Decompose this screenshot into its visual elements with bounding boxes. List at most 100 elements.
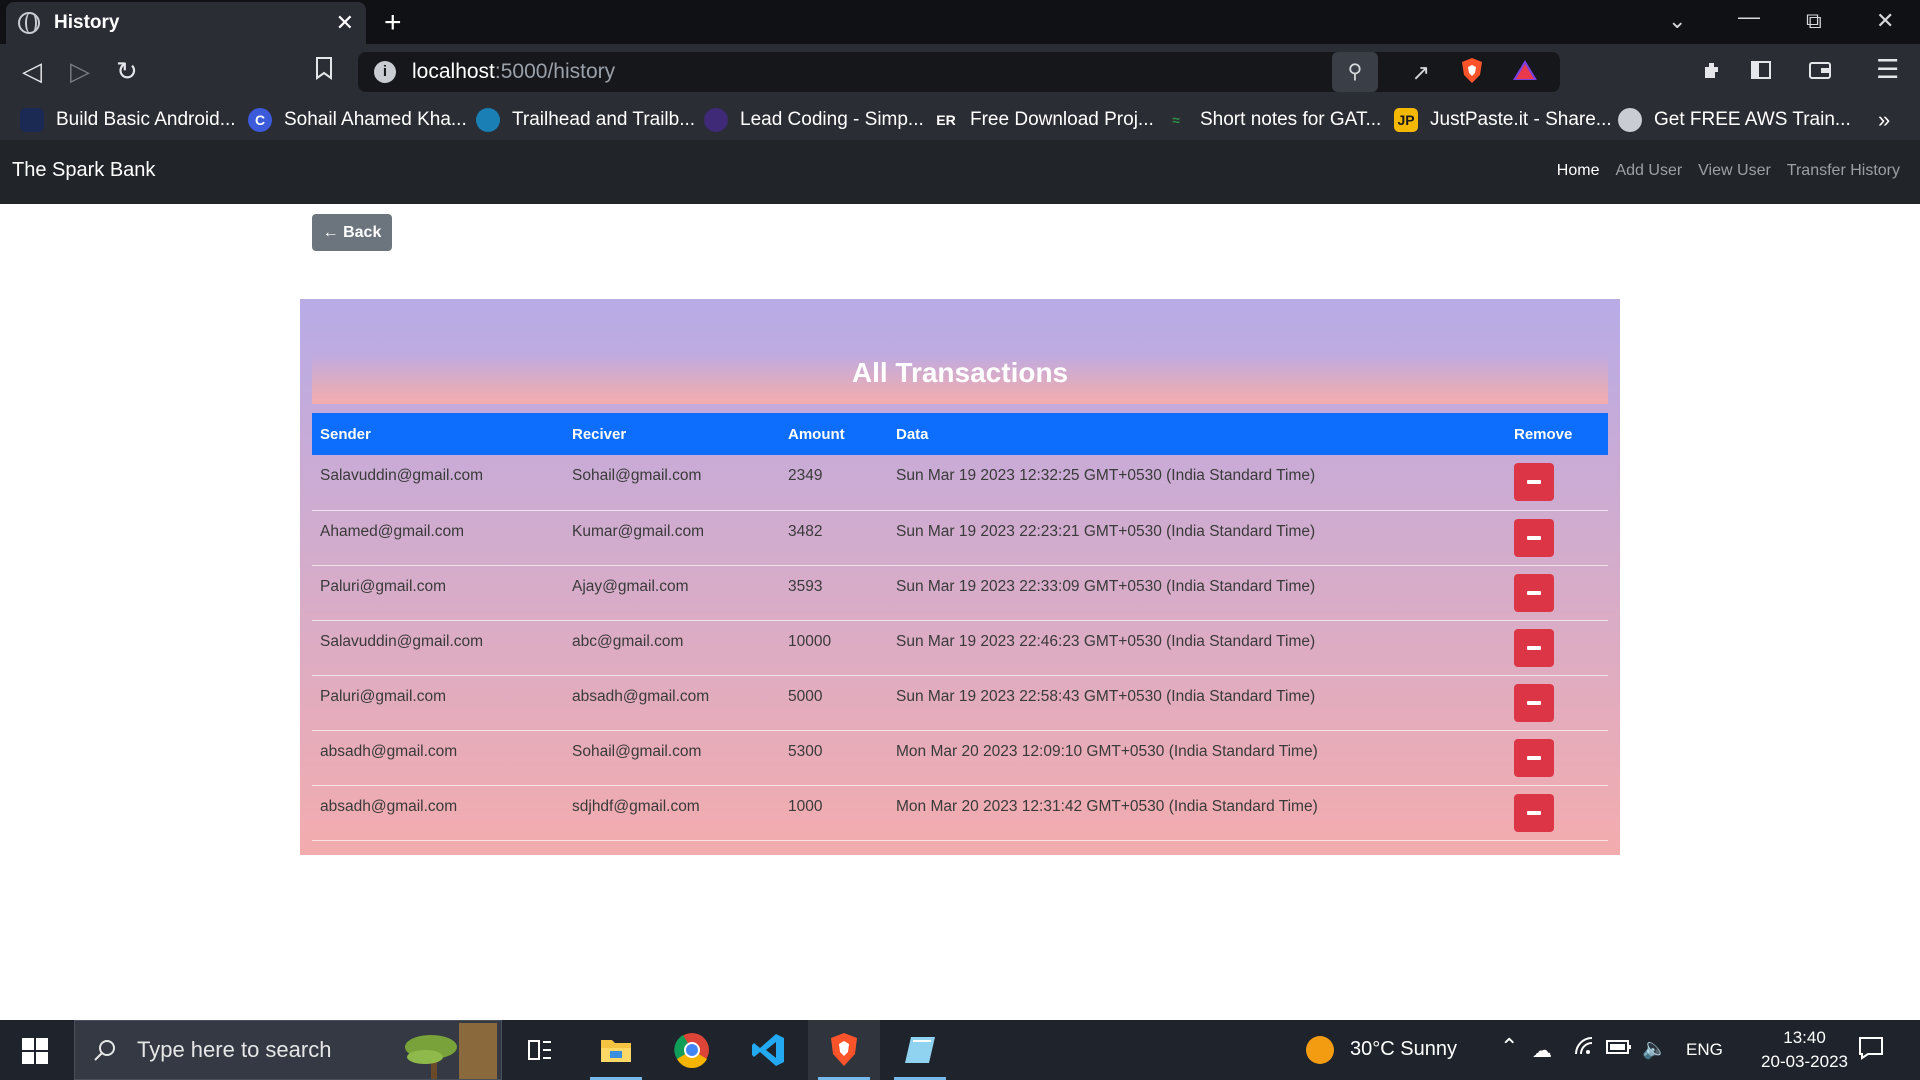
remove-button[interactable]: [1514, 738, 1554, 777]
minus-icon: [1527, 480, 1541, 484]
sender-cell: absadh@gmail.com: [312, 730, 564, 786]
chevron-up-icon[interactable]: ⌃: [1500, 1034, 1518, 1060]
zoom-icon[interactable]: ⚲: [1332, 52, 1378, 92]
menu-icon[interactable]: ☰: [1876, 54, 1899, 85]
amount-cell: 3593: [780, 565, 888, 621]
back-button[interactable]: ← Back: [312, 214, 392, 251]
wifi-icon[interactable]: [1574, 1036, 1596, 1064]
bookmarks-overflow-button[interactable]: »: [1878, 106, 1890, 134]
remove-button[interactable]: [1514, 573, 1554, 612]
restore-button[interactable]: ⧉: [1806, 8, 1822, 34]
amount-cell: 5000: [780, 675, 888, 731]
brave-rewards-icon[interactable]: [1512, 58, 1538, 88]
remove-button[interactable]: [1514, 793, 1554, 832]
bookmark-item[interactable]: ≈ Short notes for GAT...: [1164, 106, 1381, 134]
column-header-remove: Remove: [1514, 425, 1573, 443]
windows-start-icon[interactable]: [22, 1038, 48, 1064]
receiver-cell: absadh@gmail.com: [564, 675, 780, 731]
minimize-button[interactable]: —: [1738, 4, 1760, 30]
bookmark-icon[interactable]: [314, 56, 334, 87]
taskbar-search-box[interactable]: Type here to search: [74, 1020, 502, 1080]
tab-history[interactable]: History ✕: [6, 2, 366, 44]
nav-links: Home Add User View User Transfer History: [1557, 162, 1900, 180]
gfg-icon: ≈: [1172, 112, 1180, 128]
file-explorer-icon[interactable]: [580, 1020, 652, 1080]
onedrive-icon[interactable]: ☁: [1532, 1038, 1552, 1063]
close-window-button[interactable]: ✕: [1876, 8, 1894, 34]
date-cell: Sun Mar 19 2023 22:23:21 GMT+0530 (India…: [888, 510, 1506, 566]
reload-icon[interactable]: ↻: [116, 56, 138, 87]
browser-tab-bar: History ✕ + ⌄ — ⧉ ✕: [0, 0, 1920, 44]
bookmark-label: Get FREE AWS Train...: [1654, 109, 1851, 130]
vscode-icon[interactable]: [732, 1020, 804, 1080]
weather-text[interactable]: 30°C Sunny: [1350, 1038, 1457, 1061]
transactions-panel: All Transactions Sender Reciver Amount D…: [300, 299, 1620, 855]
amount-cell: 1000: [780, 785, 888, 841]
nav-view-user[interactable]: View User: [1698, 162, 1771, 180]
nav-home[interactable]: Home: [1557, 162, 1600, 180]
globe-icon: [1618, 108, 1642, 132]
remove-cell: [1506, 565, 1608, 621]
tab-title: History: [54, 12, 120, 33]
table-row: absadh@gmail.com sdjhdf@gmail.com 1000 M…: [312, 785, 1608, 841]
site-info-icon[interactable]: i: [374, 61, 396, 83]
task-view-icon[interactable]: [504, 1020, 576, 1080]
language-indicator[interactable]: ENG: [1686, 1040, 1723, 1060]
weather-sun-icon[interactable]: [1306, 1036, 1334, 1064]
sidebar-icon[interactable]: [1750, 57, 1772, 88]
extensions-icon[interactable]: [1702, 57, 1724, 88]
sender-cell: Salavuddin@gmail.com: [312, 455, 564, 511]
c-logo-icon: C: [248, 108, 272, 132]
tab-search-chevron-icon[interactable]: ⌄: [1668, 8, 1686, 34]
notepad-app-icon[interactable]: [884, 1020, 956, 1080]
address-bar[interactable]: i localhost :5000/history ⚲ ↗: [358, 52, 1560, 92]
column-header-date: Data: [896, 425, 929, 443]
remove-button[interactable]: [1514, 683, 1554, 722]
bookmark-label: Free Download Proj...: [970, 109, 1154, 130]
remove-cell: [1506, 455, 1608, 511]
table-header-row: Sender Reciver Amount Data Remove: [312, 413, 1608, 455]
brave-shields-icon[interactable]: [1460, 57, 1484, 91]
battery-icon[interactable]: [1606, 1038, 1632, 1061]
bookmark-item[interactable]: ER Free Download Proj...: [934, 106, 1154, 134]
nav-add-user[interactable]: Add User: [1615, 162, 1682, 180]
bookmark-item[interactable]: JP JustPaste.it - Share...: [1394, 106, 1612, 134]
url-host: localhost: [412, 60, 495, 83]
notifications-icon[interactable]: [1858, 1036, 1884, 1066]
chrome-icon[interactable]: [656, 1020, 728, 1080]
remove-button[interactable]: [1514, 628, 1554, 667]
trailhead-icon: [476, 108, 500, 132]
remove-cell: [1506, 785, 1608, 841]
new-tab-button[interactable]: +: [384, 6, 402, 40]
sender-cell: Paluri@gmail.com: [312, 675, 564, 731]
wallet-icon[interactable]: [1808, 57, 1832, 88]
table-row: Salavuddin@gmail.com Sohail@gmail.com 23…: [312, 455, 1608, 511]
bookmark-item[interactable]: Trailhead and Trailb...: [476, 106, 695, 134]
receiver-cell: abc@gmail.com: [564, 620, 780, 676]
volume-icon[interactable]: 🔈: [1642, 1036, 1667, 1061]
bookmark-label: Trailhead and Trailb...: [512, 109, 696, 130]
back-arrow-icon[interactable]: ◁: [22, 56, 42, 87]
bookmark-label: Short notes for GAT...: [1200, 109, 1382, 130]
remove-cell: [1506, 510, 1608, 566]
forward-arrow-icon[interactable]: ▷: [70, 56, 90, 87]
search-placeholder: Type here to search: [137, 1037, 332, 1062]
column-header-sender: Sender: [320, 425, 371, 443]
tab-close-button[interactable]: ✕: [336, 10, 354, 36]
bookmark-item[interactable]: C Sohail Ahamed Kha...: [248, 106, 467, 134]
amount-cell: 10000: [780, 620, 888, 676]
brand-logo[interactable]: The Spark Bank: [12, 159, 155, 182]
bookmark-item[interactable]: Lead Coding - Simp...: [704, 106, 924, 134]
transactions-table: Sender Reciver Amount Data Remove Salavu…: [312, 413, 1608, 841]
bookmark-item[interactable]: Get FREE AWS Train...: [1618, 106, 1851, 134]
remove-button[interactable]: [1514, 463, 1554, 501]
taskbar-clock[interactable]: 13:40 20-03-2023: [1761, 1026, 1848, 1074]
amount-cell: 3482: [780, 510, 888, 566]
share-icon[interactable]: ↗: [1412, 60, 1430, 86]
receiver-cell: Ajay@gmail.com: [564, 565, 780, 621]
nav-transfer-history[interactable]: Transfer History: [1787, 162, 1900, 180]
bookmark-item[interactable]: Build Basic Android...: [20, 106, 236, 134]
minus-icon: [1527, 810, 1541, 815]
brave-browser-icon[interactable]: [808, 1020, 880, 1080]
remove-button[interactable]: [1514, 518, 1554, 557]
